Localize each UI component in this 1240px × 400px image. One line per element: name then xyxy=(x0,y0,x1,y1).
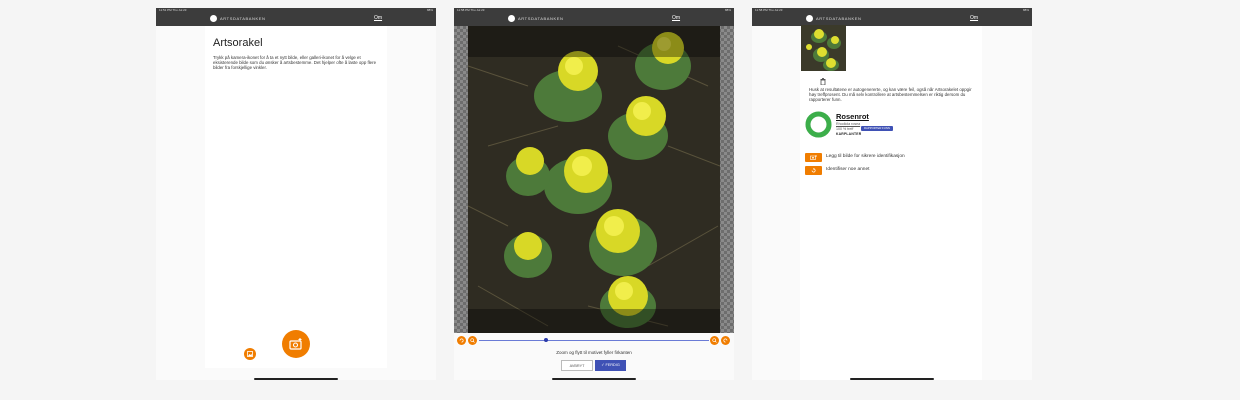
page-title: Artsorakel xyxy=(213,37,263,49)
identify-other-label[interactable]: Identifiser noe annet xyxy=(826,167,869,173)
latin-name-link[interactable]: Rhodiola rosea xyxy=(836,122,860,126)
crop-hint: Zoom og flytt til motivet fyller firkant… xyxy=(556,350,632,355)
app-bar: ARTSDATABANKEN Om xyxy=(454,12,734,26)
home-indicator xyxy=(552,378,636,380)
done-label: FERDIG xyxy=(605,363,620,367)
result-panel xyxy=(800,26,982,380)
crop-mask-bottom xyxy=(468,309,720,333)
home-indicator xyxy=(850,378,934,380)
side-panel xyxy=(752,26,800,380)
om-link[interactable]: Om xyxy=(672,15,680,22)
photo-thumbnail-image xyxy=(801,25,846,71)
rotate-right-button[interactable] xyxy=(721,336,730,345)
om-link[interactable]: Om xyxy=(374,15,382,22)
zoom-slider-knob[interactable] xyxy=(543,338,548,342)
app-bar: ARTSDATABANKEN Om xyxy=(156,12,436,26)
zoom-out-button[interactable] xyxy=(468,336,477,345)
add-photo-label[interactable]: Legg til bilde for sikrere identifikasjo… xyxy=(826,154,905,160)
gallery-button[interactable] xyxy=(244,348,256,360)
camera-button[interactable] xyxy=(282,330,310,358)
screen-artsorakel-start: 11:51 PM Thu Jul 23 88% ARTSDATABANKEN O… xyxy=(156,8,436,380)
disclaimer-text: Husk at resultatene er autogenererte, og… xyxy=(809,87,972,103)
brand-name: ARTSDATABANKEN xyxy=(220,16,266,21)
add-photo-icon xyxy=(289,338,302,350)
brand-name: ARTSDATABANKEN xyxy=(518,16,564,21)
rotate-icon xyxy=(723,338,728,343)
instructions-text: Trykk på kamera-ikonet for å ta et nytt … xyxy=(213,55,377,71)
artsdatabanken-logo-icon xyxy=(210,15,217,22)
artsdatabanken-logo-icon xyxy=(806,15,813,22)
identify-other-button[interactable] xyxy=(805,166,822,175)
done-button[interactable]: ✓ FERDIG xyxy=(595,360,626,371)
zoom-out-icon xyxy=(470,338,475,343)
screen-crop-image: 11:58 PM Thu Jul 23 88% ARTSDATABANKEN O… xyxy=(454,8,734,380)
brand-name: ARTSDATABANKEN xyxy=(816,16,862,21)
plant-photo-image xyxy=(468,26,720,333)
zoom-in-button[interactable] xyxy=(710,336,719,345)
zoom-slider[interactable] xyxy=(479,340,709,341)
rotate-icon xyxy=(459,338,464,343)
confidence-text: 100 % treff xyxy=(836,127,854,131)
photo-thumbnail[interactable] xyxy=(801,25,846,71)
delete-photo-button[interactable] xyxy=(820,72,826,86)
plant-photo[interactable] xyxy=(468,26,720,333)
screen-result: 11:58 PM Thu Jul 23 88% ARTSDATABANKEN O… xyxy=(752,8,1032,380)
zoom-controls xyxy=(454,335,734,347)
category-label: KARPLANTER xyxy=(836,132,862,136)
artsdatabanken-logo-icon xyxy=(508,15,515,22)
trash-icon xyxy=(820,78,826,86)
crop-mask-top xyxy=(468,26,720,57)
species-name-link[interactable]: Rosenrot xyxy=(836,112,869,121)
cancel-button[interactable]: AVBRYT xyxy=(561,360,593,371)
content-card xyxy=(205,26,387,368)
app-bar: ARTSDATABANKEN Om xyxy=(752,12,1032,26)
home-indicator xyxy=(254,378,338,380)
add-photo-icon xyxy=(810,155,817,160)
zoom-in-icon xyxy=(712,338,717,343)
add-photo-button[interactable] xyxy=(805,153,822,162)
om-link[interactable]: Om xyxy=(970,15,978,22)
gallery-icon xyxy=(247,351,253,357)
report-finding-button[interactable]: RAPPORTER FUNN xyxy=(861,126,893,131)
confidence-ring xyxy=(805,111,832,138)
refresh-icon xyxy=(811,168,816,173)
rotate-left-button[interactable] xyxy=(457,336,466,345)
